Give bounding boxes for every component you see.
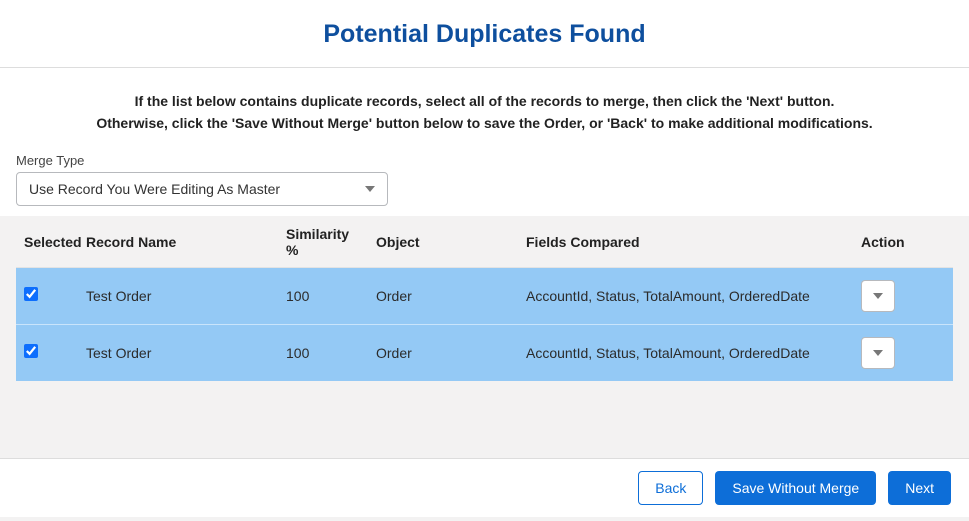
cell-object: Order [368,324,518,381]
cell-similarity: 100 [278,267,368,324]
table-row[interactable]: Test Order 100 Order AccountId, Status, … [16,267,953,324]
merge-type-label: Merge Type [16,153,953,168]
instructions-line-1: If the list below contains duplicate rec… [40,90,929,112]
cell-record-name: Test Order [78,267,278,324]
back-button[interactable]: Back [638,471,703,505]
col-header-similarity[interactable]: Similarity % [278,216,368,268]
chevron-down-icon [873,288,883,304]
footer: Back Save Without Merge Next [0,458,969,517]
chevron-down-icon [365,181,375,197]
row-select-checkbox[interactable] [24,287,38,301]
instructions: If the list below contains duplicate rec… [0,68,969,153]
cell-record-name: Test Order [78,324,278,381]
next-button[interactable]: Next [888,471,951,505]
page-title: Potential Duplicates Found [0,0,969,67]
col-header-object[interactable]: Object [368,216,518,268]
cell-fields-compared: AccountId, Status, TotalAmount, OrderedD… [518,324,853,381]
col-header-selected[interactable]: Selected [16,216,78,268]
save-without-merge-button[interactable]: Save Without Merge [715,471,876,505]
duplicates-table: Selected Record Name Similarity % Object… [16,216,953,381]
instructions-line-2: Otherwise, click the 'Save Without Merge… [40,112,929,134]
merge-type-select[interactable]: Use Record You Were Editing As Master [16,172,388,206]
row-action-menu[interactable] [861,337,895,369]
col-header-record-name[interactable]: Record Name [78,216,278,268]
chevron-down-icon [873,345,883,361]
cell-object: Order [368,267,518,324]
table-row[interactable]: Test Order 100 Order AccountId, Status, … [16,324,953,381]
col-header-action[interactable]: Action [853,216,953,268]
merge-type-selected-value: Use Record You Were Editing As Master [29,181,280,197]
row-action-menu[interactable] [861,280,895,312]
cell-similarity: 100 [278,324,368,381]
cell-fields-compared: AccountId, Status, TotalAmount, OrderedD… [518,267,853,324]
row-select-checkbox[interactable] [24,344,38,358]
col-header-fields-compared[interactable]: Fields Compared [518,216,853,268]
